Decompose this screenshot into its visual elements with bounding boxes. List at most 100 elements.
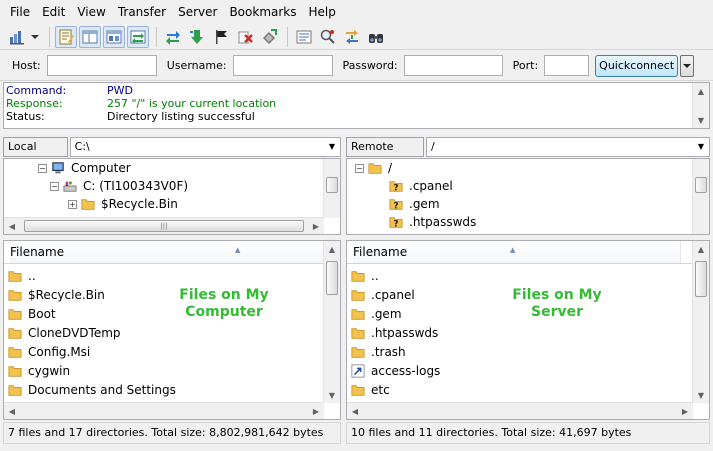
chevron-down-icon[interactable]: ▼: [693, 138, 709, 156]
directory-listing-filters-icon[interactable]: [293, 26, 315, 48]
tree-node-label: .gem: [409, 197, 440, 211]
scroll-right-arrow-icon[interactable]: ▶: [677, 403, 693, 419]
list-item[interactable]: .gem: [351, 304, 402, 323]
dropdown-arrow-icon[interactable]: [30, 26, 40, 48]
log-scrollbar[interactable]: ▲ ▼: [692, 83, 709, 128]
scroll-thumb[interactable]: |||: [24, 220, 304, 232]
list-item[interactable]: Boot: [8, 304, 56, 323]
quickconnect-dropdown-button[interactable]: [680, 54, 695, 77]
list-item[interactable]: .trash: [351, 342, 406, 361]
sort-ascending-icon: ▲: [510, 246, 516, 254]
scroll-down-arrow-icon[interactable]: ▼: [324, 387, 340, 403]
list-item[interactable]: .htpasswds: [351, 323, 438, 342]
remote-directory-tree[interactable]: − / ? .cpanel ? .gem ? .htpasswds: [346, 158, 710, 235]
remote-annotation: Files on My Server: [512, 287, 602, 320]
list-item[interactable]: Config.Msi: [8, 342, 90, 361]
local-tree-hscrollbar[interactable]: ◀ ||| ▶: [4, 217, 324, 234]
list-item[interactable]: access-logs: [351, 361, 440, 380]
site-manager-icon[interactable]: [6, 26, 28, 48]
local-directory-tree[interactable]: − Computer − C: (TI100343V0F) + $Recycle…: [3, 158, 341, 235]
reconnect-icon[interactable]: [258, 26, 280, 48]
comparison-icon[interactable]: [317, 26, 339, 48]
scroll-up-arrow-icon[interactable]: ▲: [693, 241, 709, 257]
scroll-down-arrow-icon[interactable]: ▼: [693, 112, 709, 128]
password-input[interactable]: [403, 55, 503, 76]
filename-column-header[interactable]: Filename ▲: [10, 241, 324, 263]
scroll-right-arrow-icon[interactable]: ▶: [308, 218, 324, 234]
username-input[interactable]: [232, 55, 333, 76]
tree-node-recycle-bin[interactable]: + $Recycle.Bin: [68, 195, 178, 213]
scroll-down-arrow-icon[interactable]: ▼: [693, 387, 709, 403]
collapse-icon[interactable]: −: [38, 163, 47, 173]
search-files-icon[interactable]: [365, 26, 387, 48]
scroll-thumb[interactable]: [695, 261, 707, 297]
filename-column-header[interactable]: Filename ▲: [353, 241, 681, 263]
toolbar: [0, 24, 713, 50]
tree-node-cpanel[interactable]: ? .cpanel: [389, 177, 453, 195]
scroll-thumb[interactable]: [326, 177, 338, 193]
remote-list-hscrollbar[interactable]: ◀ ▶: [347, 402, 693, 419]
sync-browsing-icon[interactable]: [341, 26, 363, 48]
tree-node-drive-c[interactable]: − C: (TI100343V0F): [50, 177, 188, 195]
tree-node-gem[interactable]: ? .gem: [389, 195, 440, 213]
menu-help[interactable]: Help: [303, 2, 342, 22]
scroll-thumb[interactable]: [695, 177, 707, 193]
remote-tree-icon[interactable]: [103, 25, 125, 48]
cancel-icon[interactable]: [210, 26, 232, 48]
menu-view[interactable]: View: [71, 2, 111, 22]
host-input[interactable]: [46, 55, 157, 76]
list-item[interactable]: ..: [351, 266, 379, 285]
tree-node-htpasswds[interactable]: ? .htpasswds: [389, 213, 476, 231]
list-item[interactable]: Documents and Settings: [8, 380, 176, 399]
remote-file-list[interactable]: Filename ▲ .. .cpanel .gem .htpasswds .t…: [346, 240, 710, 420]
remote-site-path-combo[interactable]: / ▼: [426, 137, 710, 157]
filename-column-label: Filename: [353, 245, 408, 259]
tree-node-root[interactable]: − /: [355, 159, 392, 177]
list-item[interactable]: etc: [351, 380, 390, 399]
scroll-thumb[interactable]: [326, 261, 338, 295]
list-item[interactable]: .cpanel: [351, 285, 415, 304]
disconnect-icon[interactable]: [234, 26, 256, 48]
svg-text:?: ?: [393, 219, 398, 229]
scroll-up-arrow-icon[interactable]: ▲: [693, 83, 709, 99]
chevron-down-icon[interactable]: ▼: [324, 138, 340, 156]
process-queue-icon[interactable]: [186, 26, 208, 48]
remote-list-vscrollbar[interactable]: ▲ ▼: [692, 241, 709, 403]
log-key: Response:: [6, 97, 63, 110]
directory-tree-icon[interactable]: [79, 25, 101, 48]
collapse-icon[interactable]: −: [50, 181, 59, 191]
menu-transfer[interactable]: Transfer: [112, 2, 172, 22]
menu-edit[interactable]: Edit: [36, 2, 71, 22]
refresh-icon[interactable]: [162, 26, 184, 48]
port-input[interactable]: [544, 55, 590, 76]
remote-tree-vscrollbar[interactable]: [692, 159, 709, 234]
local-site-path-combo[interactable]: C:\ ▼: [69, 137, 341, 157]
message-log[interactable]: Command: PWD Response: 257 "/" is your c…: [3, 82, 710, 129]
collapse-icon[interactable]: −: [355, 163, 364, 173]
local-tree-vscrollbar[interactable]: [323, 159, 340, 218]
filename-column-label: Filename: [10, 245, 65, 259]
local-list-hscrollbar[interactable]: ◀ ▶: [4, 402, 324, 419]
list-item[interactable]: $Recycle.Bin: [8, 285, 105, 304]
local-list-vscrollbar[interactable]: ▲ ▼: [323, 241, 340, 403]
menu-bookmarks[interactable]: Bookmarks: [223, 2, 302, 22]
remote-site-label: Remote site:: [346, 137, 425, 171]
scroll-left-arrow-icon[interactable]: ◀: [4, 403, 20, 419]
list-item[interactable]: cygwin: [8, 361, 70, 380]
quickconnect-button[interactable]: Quickconnect: [595, 54, 679, 77]
menu-file[interactable]: File: [4, 2, 36, 22]
folder-icon: [351, 270, 365, 282]
scroll-up-arrow-icon[interactable]: ▲: [324, 241, 340, 257]
scroll-left-arrow-icon[interactable]: ◀: [4, 218, 20, 234]
local-file-list[interactable]: Filename ▲ .. $Recycle.Bin Boot CloneDVD…: [3, 240, 341, 420]
menu-server[interactable]: Server: [172, 2, 223, 22]
transfer-queue-icon[interactable]: [127, 25, 149, 48]
scroll-left-arrow-icon[interactable]: ◀: [347, 403, 363, 419]
list-item[interactable]: CloneDVDTemp: [8, 323, 121, 342]
scroll-right-arrow-icon[interactable]: ▶: [308, 403, 324, 419]
folder-icon: [8, 327, 22, 339]
list-item[interactable]: ..: [8, 266, 36, 285]
tree-node-computer[interactable]: − Computer: [38, 159, 131, 177]
expand-icon[interactable]: +: [68, 199, 77, 209]
message-log-icon[interactable]: [55, 25, 77, 48]
